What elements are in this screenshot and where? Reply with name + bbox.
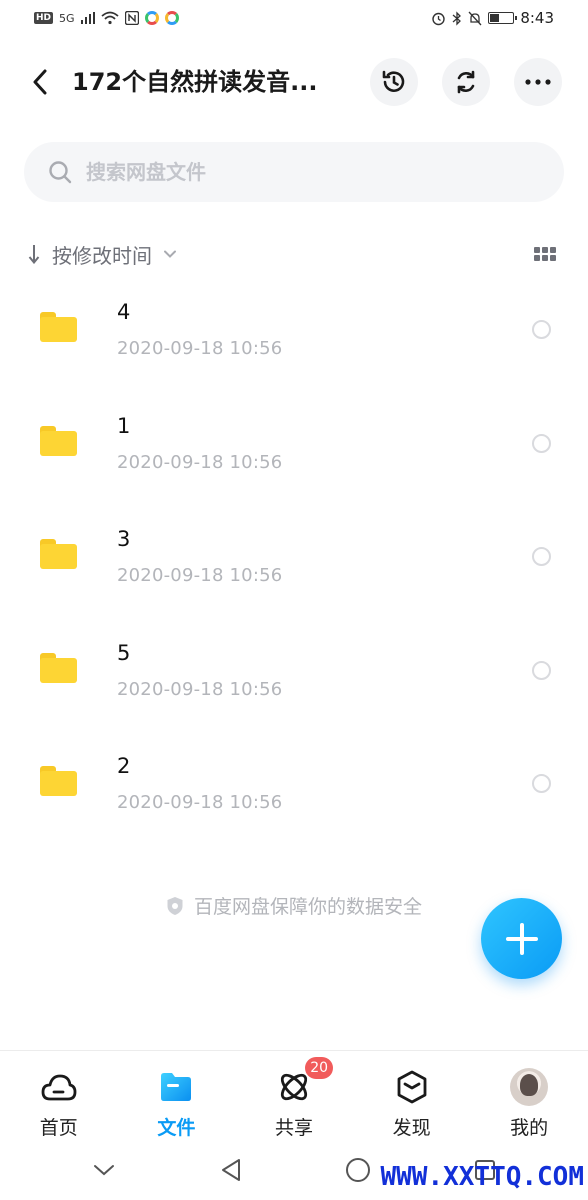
nav-share-label: 共享 — [274, 1117, 313, 1139]
folder-icon — [40, 312, 77, 342]
sort-row: 按修改时间 — [28, 236, 558, 272]
search-icon — [49, 161, 72, 184]
safety-text: 百度网盘保障你的数据安全 — [193, 896, 422, 918]
bluetooth-icon — [452, 10, 462, 26]
select-radio[interactable] — [532, 320, 551, 339]
select-radio[interactable] — [532, 433, 551, 453]
cloud-icon — [39, 1067, 79, 1107]
folder-tab-icon — [156, 1067, 196, 1107]
file-name: 4 — [117, 300, 131, 324]
status-right: 8:43 — [431, 9, 554, 27]
folder-icon — [40, 766, 77, 796]
search-bar[interactable] — [24, 142, 564, 202]
circle-home-icon — [345, 1158, 370, 1182]
add-button[interactable] — [481, 898, 562, 979]
nav-discover-label: 发现 — [392, 1117, 431, 1139]
folder-icon — [40, 539, 77, 569]
bottom-nav: 首页 文件 20 共享 发现 我的 — [0, 1050, 588, 1140]
wifi-icon — [100, 11, 119, 25]
app-notification-icon — [164, 11, 179, 25]
list-item[interactable]: 5 2020-09-18 10:56 — [0, 631, 588, 745]
nav-share[interactable]: 20 共享 — [235, 1051, 353, 1140]
nav-discover[interactable]: 发现 — [353, 1051, 471, 1140]
collapse-nav-button[interactable] — [89, 1155, 119, 1185]
nav-files-label: 文件 — [157, 1117, 196, 1139]
chevron-down-icon[interactable] — [164, 250, 176, 258]
avatar-wrap — [509, 1067, 549, 1107]
file-name: 1 — [117, 413, 131, 438]
app-notification-icon — [144, 11, 159, 25]
select-radio[interactable] — [532, 547, 551, 566]
file-date: 2020-09-18 10:56 — [117, 451, 283, 473]
grid-view-icon[interactable] — [534, 242, 558, 266]
sync-button[interactable] — [442, 58, 490, 106]
nav-me-label: 我的 — [510, 1117, 549, 1139]
nav-home[interactable]: 首页 — [0, 1051, 118, 1140]
mute-icon — [468, 11, 482, 25]
arrow-down-icon — [28, 245, 40, 264]
system-home-button[interactable] — [343, 1155, 373, 1185]
system-back-button[interactable] — [216, 1155, 246, 1185]
battery-icon — [488, 12, 518, 24]
list-item[interactable]: 3 2020-09-18 10:56 — [0, 517, 588, 631]
file-name: 2 — [117, 754, 131, 778]
plus-icon — [505, 922, 538, 955]
nav-home-label: 首页 — [39, 1117, 78, 1139]
signal-icon — [80, 12, 95, 24]
nav-files[interactable]: 文件 — [118, 1051, 236, 1140]
history-button[interactable] — [370, 58, 418, 106]
back-button[interactable] — [24, 66, 56, 98]
chevron-left-icon — [33, 69, 47, 95]
list-item[interactable]: 1 2020-09-18 10:56 — [0, 404, 588, 518]
sort-button[interactable]: 按修改时间 — [52, 240, 152, 269]
triangle-back-icon — [221, 1159, 240, 1181]
folder-icon — [40, 652, 77, 683]
header: 172个自然拼读发音... — [0, 52, 588, 112]
nfc-icon — [124, 11, 139, 25]
clock: 8:43 — [520, 9, 554, 27]
select-radio[interactable] — [532, 660, 551, 680]
more-button[interactable] — [514, 58, 562, 106]
avatar — [510, 1068, 549, 1106]
alarm-icon — [432, 12, 446, 25]
sync-icon — [457, 70, 475, 94]
page-title: 172个自然拼读发音... — [72, 68, 318, 96]
file-date: 2020-09-18 10:56 — [117, 792, 283, 813]
history-icon — [382, 70, 405, 92]
search-input[interactable] — [86, 160, 526, 184]
shield-icon — [167, 896, 183, 915]
status-left: HD 5G — [34, 11, 179, 25]
file-name: 3 — [117, 527, 131, 551]
list-item[interactable]: 2 2020-09-18 10:56 — [0, 744, 588, 858]
share-badge: 20 — [305, 1057, 334, 1079]
hd-badge: HD — [34, 12, 54, 24]
select-radio[interactable] — [532, 774, 551, 793]
file-date: 2020-09-18 10:56 — [117, 565, 283, 586]
file-name: 5 — [117, 640, 131, 665]
file-date: 2020-09-18 10:56 — [117, 338, 283, 359]
file-date: 2020-09-18 10:56 — [117, 678, 283, 700]
file-list: 4 2020-09-18 10:56 1 2020-09-18 10:56 3 … — [0, 290, 588, 858]
signal-label: 5G — [59, 11, 75, 25]
more-icon — [525, 79, 551, 85]
cube-icon — [392, 1067, 432, 1107]
chevron-down-icon — [93, 1165, 114, 1176]
watermark: WWW.XXTTQ.COM — [380, 1162, 585, 1192]
status-bar: HD 5G 8:43 — [0, 0, 588, 36]
folder-icon — [40, 425, 77, 456]
nav-me[interactable]: 我的 — [470, 1051, 588, 1140]
list-item[interactable]: 4 2020-09-18 10:56 — [0, 290, 588, 404]
